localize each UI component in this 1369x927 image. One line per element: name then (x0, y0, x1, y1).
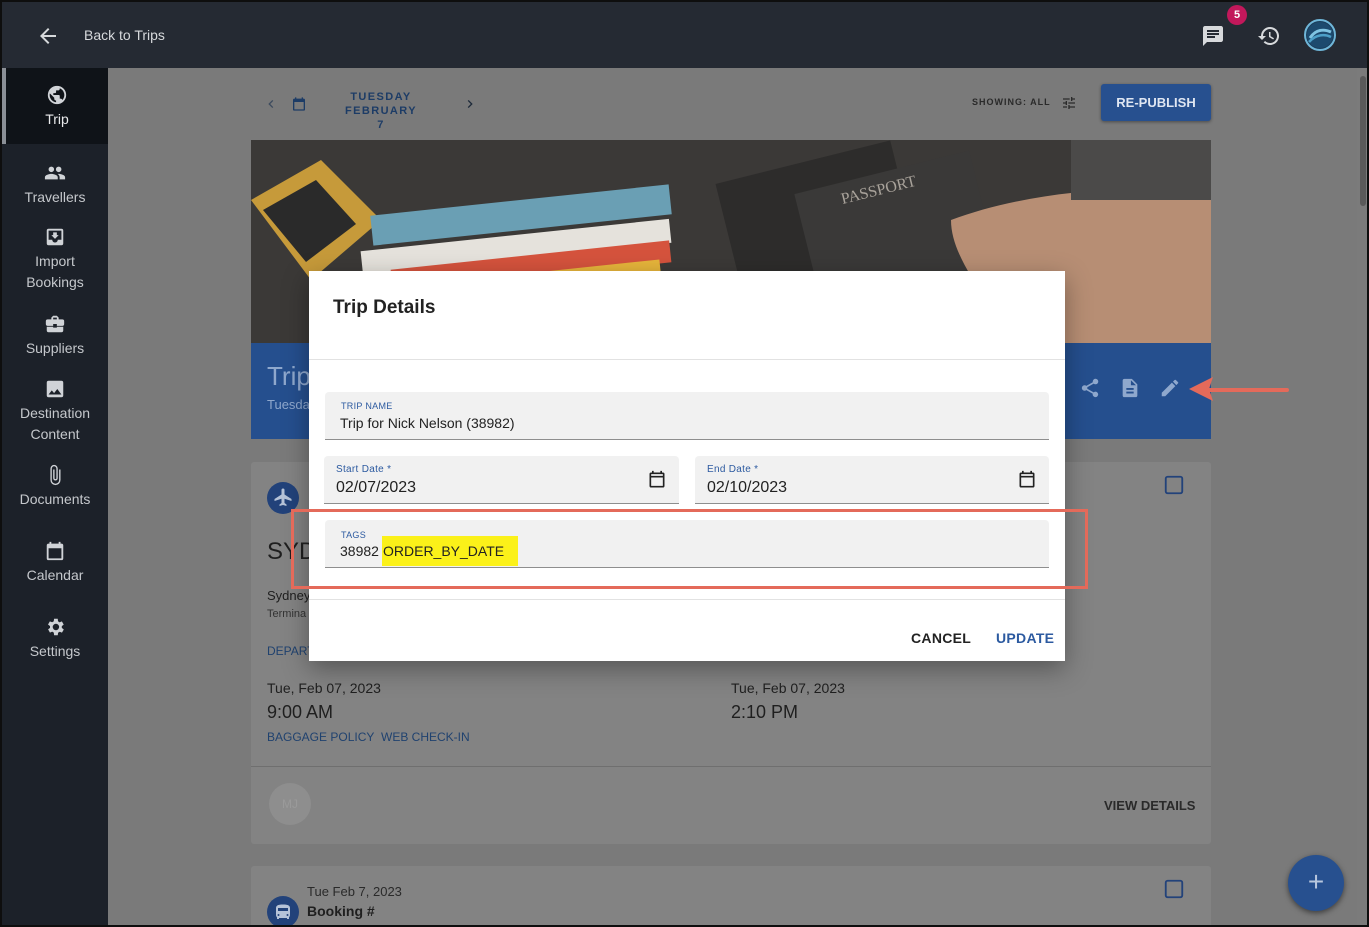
document-icon[interactable] (1119, 377, 1141, 399)
chevron-left-icon[interactable] (263, 96, 279, 112)
web-checkin-link[interactable]: WEB CHECK-IN (381, 730, 470, 744)
end-date-field[interactable]: End Date * 02/10/2023 (695, 456, 1049, 504)
calendar-icon (46, 541, 64, 561)
share-icon[interactable] (1079, 377, 1101, 399)
image-icon (46, 380, 64, 398)
sidebar-item-trip[interactable]: Trip (2, 68, 108, 144)
republish-button[interactable]: RE-PUBLISH (1101, 84, 1211, 121)
update-button[interactable]: UPDATE (996, 630, 1054, 646)
sidebar-item-label: Suppliers (25, 340, 85, 356)
chevron-right-icon[interactable] (462, 96, 478, 112)
calendar-icon[interactable] (291, 96, 307, 112)
traveller-avatar: MJ (269, 783, 311, 825)
history-icon[interactable] (1257, 24, 1281, 48)
showing-filter-label: SHOWING: ALL (972, 97, 1051, 107)
sidebar-item-travellers[interactable]: Travellers (2, 162, 108, 208)
view-details-button[interactable]: VIEW DETAILS (1104, 798, 1195, 813)
highlight-annotation-box (291, 509, 1088, 589)
sidebar-item-calendar[interactable]: Calendar (2, 540, 108, 586)
city-name: Sydney (267, 588, 311, 603)
sidebar-item-label: Import Bookings (26, 253, 84, 290)
dialog-divider (309, 599, 1065, 600)
calendar-icon[interactable] (1017, 470, 1037, 490)
app-window: Back to Trips 5 Trip Travellers Import B… (0, 0, 1369, 927)
chat-icon[interactable] (1201, 24, 1225, 48)
calendar-icon[interactable] (647, 470, 667, 490)
trip-name-field[interactable]: TRIP NAME Trip for Nick Nelson (38982) (325, 392, 1049, 440)
add-fab-button[interactable]: + (1288, 855, 1344, 911)
sidebar: Trip Travellers Import Bookings Supplier… (2, 68, 108, 925)
trip-name-value: Trip for Nick Nelson (38982) (340, 415, 515, 431)
booking-card: Tue Feb 7, 2023 Booking # (251, 866, 1211, 925)
people-icon (44, 166, 66, 180)
sidebar-item-documents[interactable]: Documents (2, 464, 108, 510)
dialog-title: Trip Details (333, 297, 436, 318)
scroll-thumb[interactable] (1360, 76, 1366, 206)
dialog-divider (309, 359, 1065, 360)
trip-title: Trip (267, 361, 311, 391)
sidebar-item-label: Travellers (24, 189, 86, 205)
filter-sliders-icon[interactable] (1061, 95, 1077, 111)
arrival-time: 2:10 PM (731, 702, 799, 722)
sidebar-item-suppliers[interactable]: Suppliers (2, 313, 108, 359)
bus-icon (267, 896, 299, 925)
select-checkbox-icon[interactable] (1163, 474, 1185, 496)
arrival-date: Tue, Feb 07, 2023 (731, 680, 845, 696)
gear-icon (48, 618, 64, 636)
globe-icon (47, 85, 67, 105)
terminal-label: Termina (267, 608, 307, 620)
trip-name-label: TRIP NAME (341, 401, 393, 411)
sidebar-item-label: Trip (45, 111, 69, 127)
date-label: FEBRUARY 7 (345, 105, 417, 131)
sidebar-item-label: Documents (19, 491, 91, 507)
card-divider (251, 766, 1211, 767)
top-bar: Back to Trips 5 (2, 2, 1367, 68)
sidebar-item-import-bookings[interactable]: Import Bookings (2, 226, 108, 293)
departure-time: 9:00 AM (267, 702, 334, 722)
sidebar-item-label: Calendar (26, 567, 84, 583)
briefcase-icon (45, 315, 65, 333)
start-date-label: Start Date * (336, 464, 392, 475)
end-date-value: 02/10/2023 (707, 479, 788, 496)
booking-number: Booking # (307, 903, 375, 919)
user-avatar[interactable] (1304, 19, 1336, 51)
sidebar-item-destination-content[interactable]: Destination Content (2, 378, 108, 445)
annotation-arrow-icon (1189, 377, 1289, 401)
baggage-policy-link[interactable]: BAGGAGE POLICY (267, 730, 374, 744)
cancel-button[interactable]: CANCEL (911, 630, 971, 646)
start-date-field[interactable]: Start Date * 02/07/2023 (324, 456, 679, 504)
vertical-scrollbar[interactable] (1357, 68, 1367, 925)
back-to-trips-link[interactable]: Back to Trips (84, 27, 165, 43)
date-heading: TUESDAY FEBRUARY 7 (341, 90, 421, 132)
departure-date: Tue, Feb 07, 2023 (267, 680, 381, 696)
import-icon (46, 228, 64, 246)
sidebar-item-settings[interactable]: Settings (2, 616, 108, 662)
sidebar-item-label: Settings (29, 643, 81, 659)
notification-badge: 5 (1227, 5, 1247, 25)
start-date-value: 02/07/2023 (336, 479, 417, 496)
day-label: TUESDAY (350, 91, 412, 103)
back-arrow-icon[interactable] (36, 24, 60, 48)
trip-subtitle: Tuesda (267, 397, 310, 412)
paperclip-icon (50, 464, 61, 486)
end-date-label: End Date * (707, 464, 759, 475)
sidebar-item-label: Destination Content (19, 405, 91, 442)
select-checkbox-icon[interactable] (1163, 878, 1185, 900)
edit-pencil-icon[interactable] (1159, 377, 1181, 399)
booking-date: Tue Feb 7, 2023 (307, 884, 402, 899)
departure-link[interactable]: DEPART (267, 644, 315, 658)
trip-details-dialog: Trip Details TRIP NAME Trip for Nick Nel… (309, 271, 1065, 661)
